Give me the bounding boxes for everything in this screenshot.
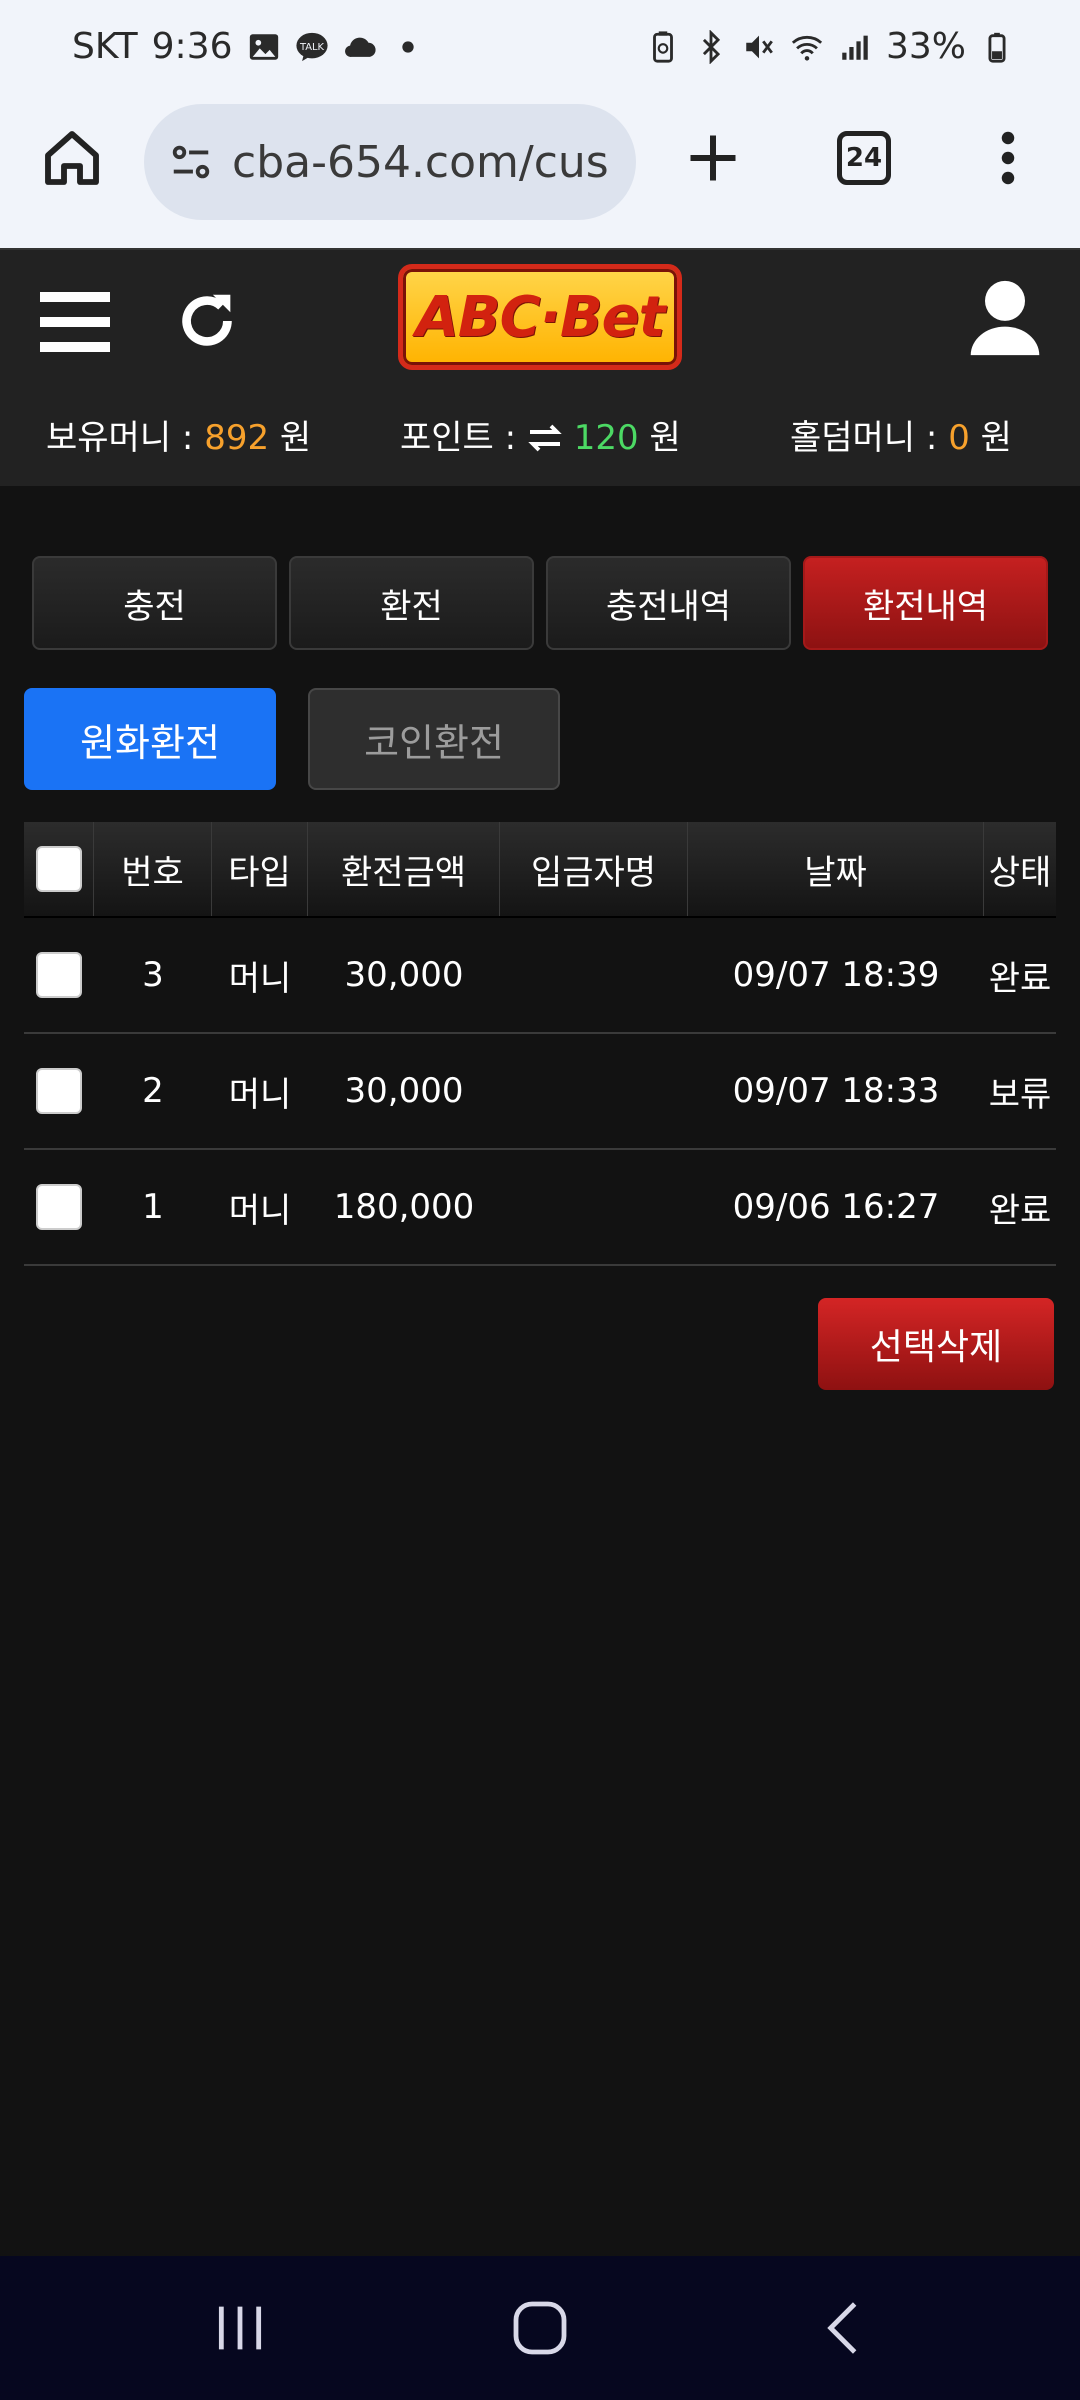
system-nav-bar <box>0 2256 1080 2400</box>
sub-tabs: 원화환전 코인환전 <box>24 688 560 790</box>
recent-apps-icon[interactable] <box>208 2296 272 2360</box>
kakaotalk-label: TALK <box>298 41 324 52</box>
row-amount: 180,000 <box>333 1187 475 1227</box>
cloud-icon <box>344 37 376 57</box>
balance-money-value: 892 <box>204 418 270 458</box>
tab-coin-exchange[interactable]: 코인환전 <box>308 688 560 790</box>
header-status: 상태 <box>988 852 1052 893</box>
carrier: SKT <box>72 26 138 67</box>
tab-withdraw[interactable]: 환전 <box>289 556 534 650</box>
row-checkbox-cell <box>24 918 94 1032</box>
currency-unit: 원 <box>969 418 1012 458</box>
point-value: 120 <box>573 418 639 458</box>
header-type: 타입 <box>212 822 308 916</box>
row-number: 3 <box>142 955 164 995</box>
browser-toolbar: cba-654.com/cus 24 <box>0 98 1080 248</box>
hamburger-menu-icon[interactable] <box>40 292 110 352</box>
header-amount: 환전금액 <box>308 822 500 916</box>
row-date: 09/06 16:27 <box>732 1187 940 1227</box>
site-header: ABC·Bet 보유머니 : 892 원 포인트 : 120 원 홀덤머니 : … <box>0 248 1080 486</box>
row-checkbox[interactable] <box>36 1184 82 1230</box>
exchange-arrows-icon[interactable] <box>527 423 563 453</box>
row-type: 머니 <box>228 1074 292 1115</box>
currency-unit: 원 <box>269 418 312 458</box>
battery-percent: 33% <box>885 26 966 67</box>
table-row: 2 머니 30,000 09/07 18:33 보류 <box>24 1034 1056 1150</box>
row-depositor <box>500 1150 688 1264</box>
table-row: 3 머니 30,000 09/07 18:39 완료 <box>24 918 1056 1034</box>
point-label: 포인트 : <box>400 418 527 458</box>
row-type: 머니 <box>228 1190 292 1231</box>
balance-money-label: 보유머니 : <box>46 418 205 458</box>
holdem-label: 홀덤머니 : <box>790 418 949 458</box>
site-logo[interactable]: ABC·Bet <box>398 264 682 370</box>
mute-icon <box>746 35 773 58</box>
url-text[interactable]: cba-654.com/cus <box>232 137 612 188</box>
more-menu-icon[interactable] <box>990 128 1026 188</box>
dot-icon <box>401 40 414 53</box>
row-depositor <box>500 918 688 1032</box>
row-amount: 30,000 <box>344 955 464 995</box>
row-date: 09/07 18:39 <box>732 955 940 995</box>
status-right: 33% <box>646 26 1014 67</box>
kakaotalk-icon: TALK <box>295 32 328 61</box>
header-date: 날짜 <box>688 822 984 916</box>
user-profile-icon[interactable] <box>970 278 1040 358</box>
refresh-icon[interactable] <box>172 286 242 356</box>
delete-selected-button[interactable]: 선택삭제 <box>818 1298 1054 1390</box>
holdem-value: 0 <box>948 418 970 458</box>
tab-withdraw-history[interactable]: 환전내역 <box>803 556 1048 650</box>
row-number: 1 <box>142 1187 164 1227</box>
balance-bar: 보유머니 : 892 원 포인트 : 120 원 홀덤머니 : 0 원 <box>0 410 1080 470</box>
row-checkbox-cell <box>24 1150 94 1264</box>
row-depositor <box>500 1034 688 1148</box>
home-icon[interactable] <box>40 126 104 190</box>
balance-point: 포인트 : 120 원 <box>400 410 681 459</box>
site-settings-icon[interactable] <box>168 139 214 185</box>
row-date: 09/07 18:33 <box>732 1071 940 1111</box>
balance-money: 보유머니 : 892 원 <box>46 410 311 459</box>
row-amount: 30,000 <box>344 1071 464 1111</box>
tab-krw-exchange[interactable]: 원화환전 <box>24 688 276 790</box>
tab-count: 24 <box>845 143 883 173</box>
bluetooth-icon <box>702 29 721 64</box>
row-type: 머니 <box>228 958 292 999</box>
withdraw-history-table: 번호 타입 환전금액 입금자명 날짜 상태 3 머니 30,000 09/07 … <box>24 822 1056 1266</box>
header-depositor: 입금자명 <box>500 822 688 916</box>
status-bar: SKT 9:36 TALK 33% <box>0 0 1080 98</box>
battery-icon <box>988 32 1006 63</box>
status-left: SKT 9:36 TALK <box>72 26 425 67</box>
row-status: 완료 <box>988 1190 1052 1231</box>
tab-deposit-history[interactable]: 충전내역 <box>546 556 791 650</box>
back-nav-icon[interactable] <box>812 2296 876 2360</box>
battery-saver-icon <box>653 30 673 63</box>
balance-holdem: 홀덤머니 : 0 원 <box>790 410 1012 459</box>
gallery-icon <box>249 33 278 60</box>
signal-icon <box>842 35 868 60</box>
row-status: 완료 <box>988 958 1052 999</box>
row-checkbox[interactable] <box>36 952 82 998</box>
table-header: 번호 타입 환전금액 입금자명 날짜 상태 <box>24 822 1056 918</box>
clock: 9:36 <box>151 26 233 67</box>
row-checkbox[interactable] <box>36 1068 82 1114</box>
main-tabs: 충전 환전 충전내역 환전내역 <box>32 556 1048 650</box>
logo-text: ABC·Bet <box>415 284 666 350</box>
row-status: 보류 <box>988 1074 1052 1115</box>
tab-switcher-button[interactable]: 24 <box>837 131 891 185</box>
header-checkbox-cell <box>24 822 94 916</box>
select-all-checkbox[interactable] <box>35 846 82 892</box>
currency-unit: 원 <box>638 418 681 458</box>
home-nav-icon[interactable] <box>508 2296 572 2360</box>
wifi-icon <box>791 35 823 61</box>
address-bar[interactable]: cba-654.com/cus <box>144 104 636 220</box>
row-number: 2 <box>142 1071 164 1111</box>
table-row: 1 머니 180,000 09/06 16:27 완료 <box>24 1150 1056 1266</box>
row-checkbox-cell <box>24 1034 94 1148</box>
new-tab-icon[interactable] <box>683 128 743 188</box>
header-number: 번호 <box>94 822 212 916</box>
tab-deposit[interactable]: 충전 <box>32 556 277 650</box>
